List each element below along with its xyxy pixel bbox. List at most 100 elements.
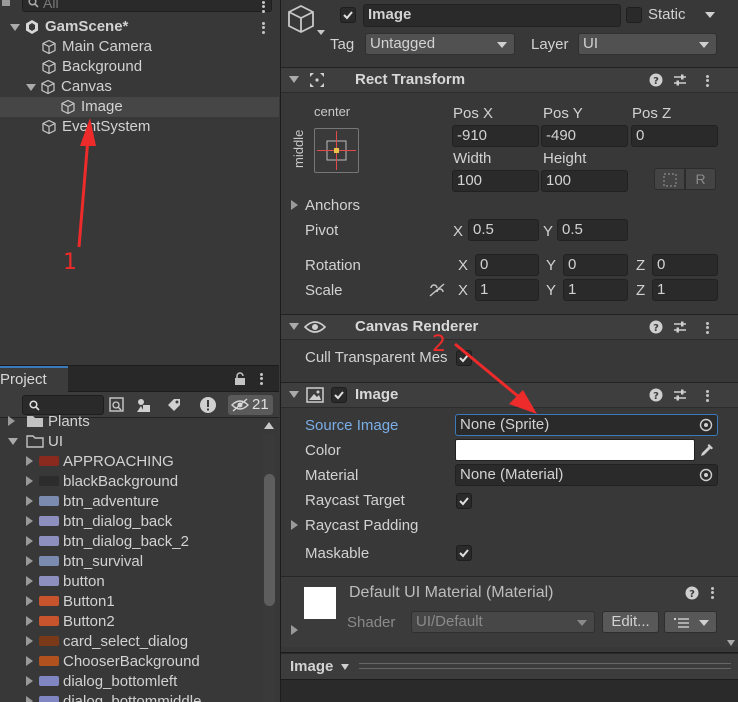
collapse-arrow-icon[interactable] [289, 391, 299, 398]
preview-header[interactable]: Image [281, 654, 738, 680]
hierarchy-search-input[interactable]: All [22, 0, 272, 12]
expand-arrow-icon[interactable] [26, 516, 33, 526]
expand-arrow-icon[interactable] [291, 520, 298, 530]
help-icon[interactable]: ? [649, 320, 663, 334]
preview-dropdown-icon[interactable] [341, 664, 349, 670]
eyedropper-icon[interactable] [699, 442, 715, 458]
help-icon[interactable]: ? [649, 388, 663, 402]
canvas-renderer-header[interactable]: Canvas Renderer ? [281, 314, 738, 340]
expand-arrow-icon[interactable] [291, 200, 298, 210]
hierarchy-item-background[interactable]: Background [0, 57, 279, 77]
asset-item[interactable]: ChooserBackground [0, 651, 262, 671]
anchor-presets-button[interactable] [314, 128, 359, 173]
expand-arrow-icon[interactable] [26, 476, 33, 486]
scene-row[interactable]: GamScene* [0, 17, 279, 37]
component-menu-icon[interactable] [701, 319, 713, 337]
shader-edit-button[interactable]: Edit... [602, 611, 659, 633]
project-scroll-thumb[interactable] [264, 474, 275, 606]
expand-arrow-icon[interactable] [26, 556, 33, 566]
hierarchy-item-image[interactable]: Image [0, 97, 279, 117]
raycast-target-checkbox[interactable] [456, 493, 472, 509]
expand-arrow-icon[interactable] [8, 416, 15, 426]
raycast-padding-label[interactable]: Raycast Padding [305, 516, 418, 536]
shader-options-dropdown[interactable] [664, 611, 717, 633]
hierarchy-item-canvas[interactable]: Canvas [0, 77, 279, 97]
hierarchy-item-eventsystem[interactable]: EventSystem [0, 117, 279, 137]
static-dropdown-icon[interactable] [705, 12, 715, 18]
tag-dropdown[interactable]: Untagged [365, 33, 515, 55]
scene-menu-icon[interactable] [257, 19, 269, 37]
width-field[interactable]: 100 [452, 170, 539, 192]
object-picker-icon[interactable] [699, 418, 713, 432]
asset-item[interactable]: btn_survival [0, 551, 262, 571]
hierarchy-menu-icon[interactable] [257, 0, 269, 16]
hierarchy-add-button[interactable] [0, 0, 12, 12]
expand-arrow-icon[interactable] [26, 656, 33, 666]
raw-edit-button[interactable]: R [685, 168, 716, 190]
expand-arrow-icon[interactable] [26, 616, 33, 626]
active-checkbox[interactable] [340, 7, 356, 23]
collapse-arrow-icon[interactable] [289, 76, 299, 83]
expand-arrow-icon[interactable] [291, 625, 298, 635]
expand-arrow-icon[interactable] [8, 437, 18, 445]
asset-item[interactable]: blackBackground [0, 471, 262, 491]
asset-item[interactable]: dialog_bottomleft [0, 671, 262, 691]
asset-item[interactable]: button [0, 571, 262, 591]
maskable-checkbox[interactable] [456, 545, 472, 561]
lock-icon[interactable] [234, 372, 246, 385]
collapse-arrow-icon[interactable] [289, 323, 299, 330]
pivot-y-field[interactable]: 0.5 [557, 219, 628, 241]
tab-project[interactable]: Project [0, 366, 68, 392]
help-icon[interactable]: ? [649, 73, 663, 87]
expand-arrow-icon[interactable] [26, 576, 33, 586]
scale-y-field[interactable]: 1 [563, 279, 628, 301]
pos-x-field[interactable]: -910 [452, 125, 539, 147]
asset-item[interactable]: APPROACHING [0, 451, 262, 471]
material-menu-icon[interactable] [706, 584, 718, 602]
pos-z-field[interactable]: 0 [631, 125, 718, 147]
anchors-label[interactable]: Anchors [305, 196, 360, 216]
expand-arrow-icon[interactable] [26, 696, 33, 702]
scroll-down-icon[interactable] [727, 640, 735, 646]
scroll-up-icon[interactable] [264, 418, 274, 432]
folder-plants[interactable]: Plants [0, 411, 262, 431]
folder-ui[interactable]: UI [0, 431, 262, 451]
asset-item[interactable]: Button1 [0, 591, 262, 611]
rotation-x-field[interactable]: 0 [475, 254, 539, 276]
expand-arrow-icon[interactable] [26, 596, 33, 606]
asset-item[interactable]: btn_dialog_back_2 [0, 531, 262, 551]
pivot-x-field[interactable]: 0.5 [468, 219, 539, 241]
object-name-field[interactable]: Image [363, 4, 621, 27]
component-menu-icon[interactable] [701, 387, 713, 405]
expand-arrow-icon[interactable] [26, 83, 36, 91]
expand-arrow-icon[interactable] [26, 536, 33, 546]
expand-arrow-icon[interactable] [26, 456, 33, 466]
material-field[interactable]: None (Material) [455, 464, 718, 486]
icon-dropdown-icon[interactable] [317, 30, 325, 35]
scale-x-field[interactable]: 1 [475, 279, 539, 301]
expand-arrow-icon[interactable] [26, 676, 33, 686]
asset-item[interactable]: card_select_dialog [0, 631, 262, 651]
rotation-z-field[interactable]: 0 [652, 254, 718, 276]
static-checkbox[interactable] [626, 7, 642, 23]
presets-icon[interactable] [673, 320, 687, 334]
scale-z-field[interactable]: 1 [652, 279, 718, 301]
expand-arrow-icon[interactable] [26, 636, 33, 646]
object-picker-icon[interactable] [699, 468, 713, 482]
project-scrollbar[interactable] [263, 434, 275, 702]
hierarchy-item-main-camera[interactable]: Main Camera [0, 37, 279, 57]
help-icon[interactable]: ? [685, 586, 699, 600]
asset-item[interactable]: Button2 [0, 611, 262, 631]
drag-handle[interactable] [359, 663, 731, 664]
blueprint-mode-button[interactable] [654, 168, 685, 190]
pos-y-field[interactable]: -490 [541, 125, 628, 147]
asset-item[interactable]: btn_dialog_back [0, 511, 262, 531]
image-enabled-checkbox[interactable] [331, 387, 347, 403]
constrain-proportions-icon[interactable] [428, 282, 446, 298]
asset-item[interactable]: btn_adventure [0, 491, 262, 511]
color-field[interactable] [455, 439, 695, 461]
layer-dropdown[interactable]: UI [578, 33, 717, 55]
expand-arrow-icon[interactable] [26, 496, 33, 506]
presets-icon[interactable] [673, 73, 687, 87]
rotation-y-field[interactable]: 0 [563, 254, 628, 276]
